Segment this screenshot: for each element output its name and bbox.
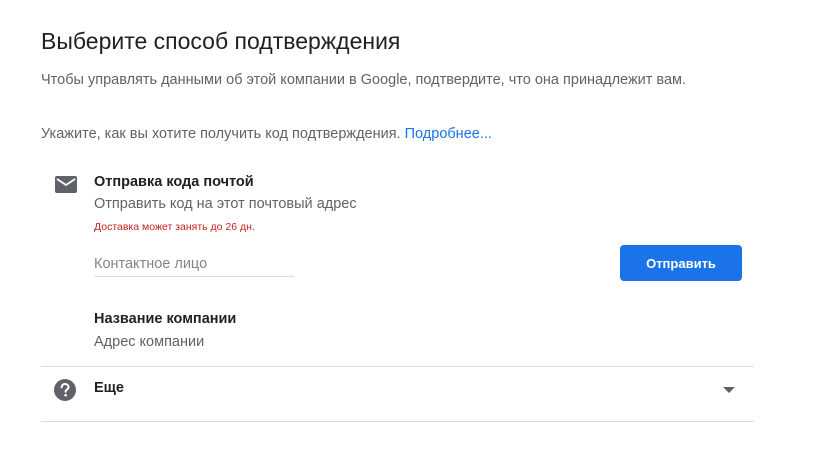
- delivery-warning: Доставка может занять до 26 дн.: [94, 221, 255, 233]
- divider: [41, 421, 754, 422]
- help-icon: [54, 379, 76, 401]
- company-name: Название компании: [94, 311, 237, 327]
- page-title: Выберите способ подтверждения: [41, 28, 401, 54]
- mail-option-title: Отправка кода почтой: [94, 174, 254, 190]
- mail-icon: [55, 176, 77, 193]
- more-options-row[interactable]: Еще: [41, 367, 754, 421]
- chevron-down-icon[interactable]: [723, 386, 735, 394]
- intro-text: Чтобы управлять данными об этой компании…: [41, 72, 687, 88]
- mail-option-subtitle: Отправить код на этот почтовый адрес: [94, 196, 357, 212]
- more-label: Еще: [94, 380, 124, 396]
- company-address: Адрес компании: [94, 334, 205, 350]
- hint-text: Укажите, как вы хотите получить код подт…: [41, 126, 401, 142]
- contact-person-input[interactable]: [94, 252, 294, 277]
- send-button[interactable]: Отправить: [620, 245, 742, 281]
- verification-hint: Укажите, как вы хотите получить код подт…: [41, 126, 492, 142]
- learn-more-link[interactable]: Подробнее...: [405, 126, 492, 142]
